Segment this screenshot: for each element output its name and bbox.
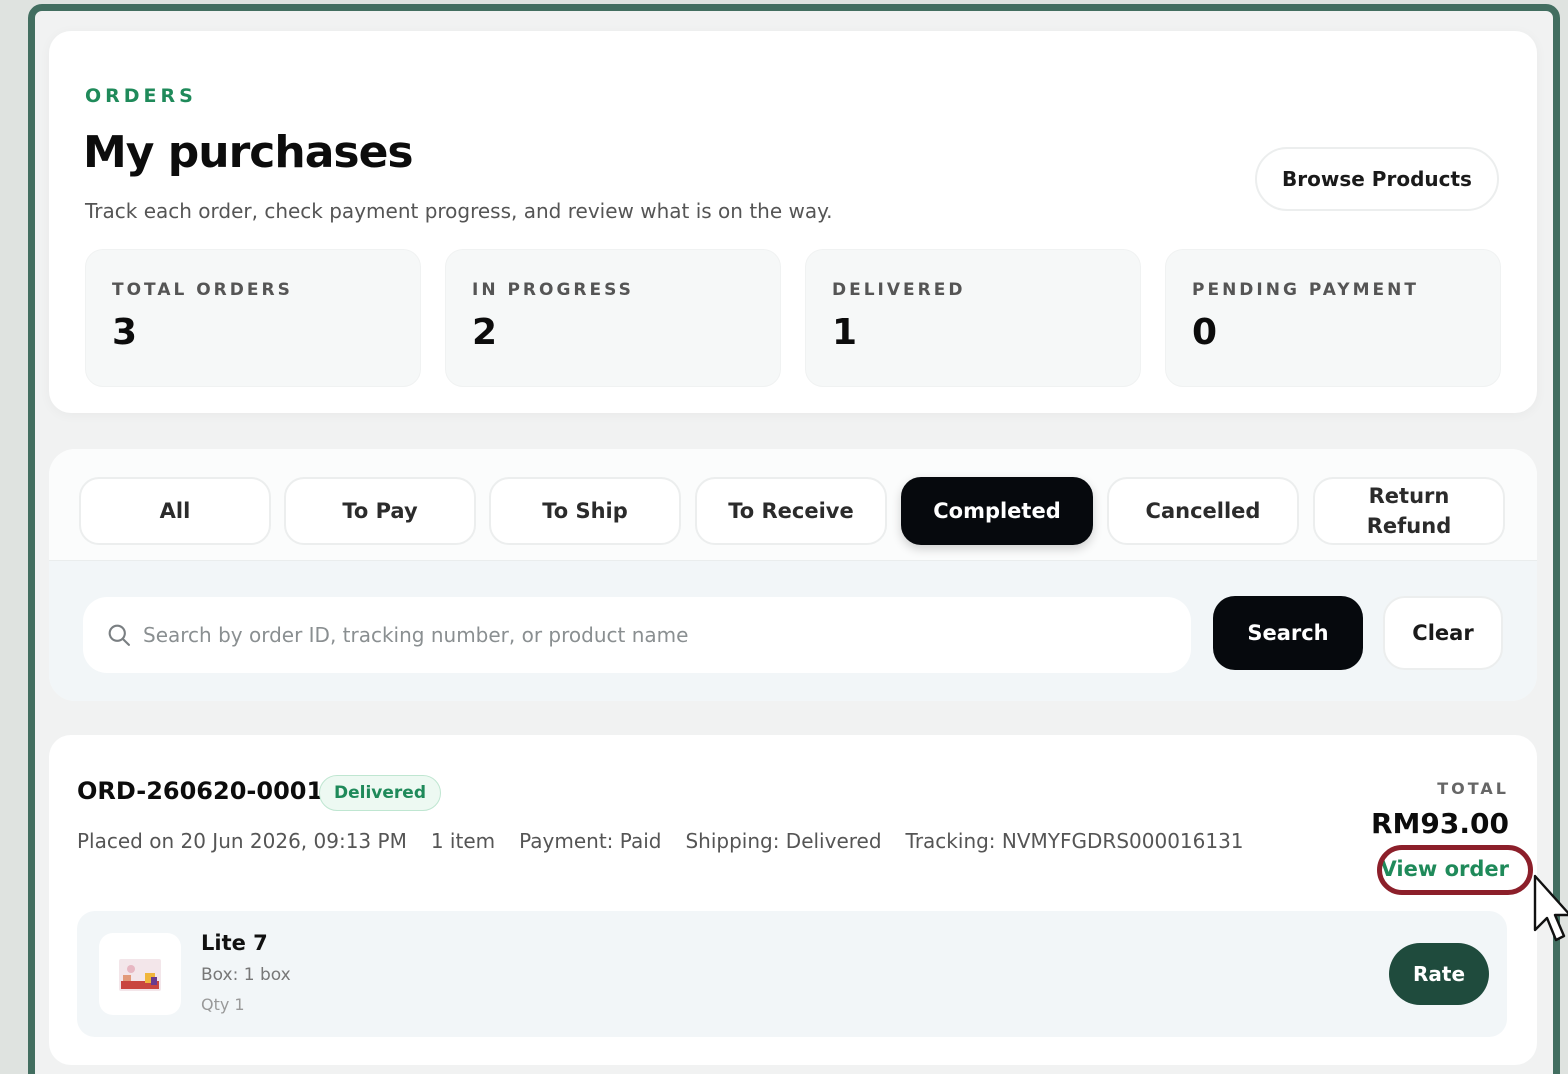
highlight-ring xyxy=(1377,845,1533,895)
stat-value: 2 xyxy=(472,312,498,353)
page-subtitle: Track each order, check payment progress… xyxy=(85,199,833,223)
search-zone: Search Clear xyxy=(49,561,1537,701)
product-image-icon xyxy=(119,959,161,991)
header-card: ORDERS My purchases Track each order, ch… xyxy=(49,31,1537,413)
order-payment-status: Payment: Paid xyxy=(519,829,662,853)
status-tabs: All To Pay To Ship To Receive Completed … xyxy=(49,449,1537,561)
tab-completed[interactable]: Completed xyxy=(901,477,1093,545)
total-value: RM93.00 xyxy=(1371,807,1509,840)
stat-label: TOTAL ORDERS xyxy=(112,280,293,300)
clear-button[interactable]: Clear xyxy=(1383,596,1503,670)
product-thumbnail xyxy=(99,933,181,1015)
stat-value: 1 xyxy=(832,312,858,353)
order-item-row: Lite 7 Box: 1 box Qty 1 Rate xyxy=(77,911,1507,1037)
mouse-cursor-icon xyxy=(1533,874,1568,942)
order-shipping-status: Shipping: Delivered xyxy=(685,829,882,853)
app-frame: ORDERS My purchases Track each order, ch… xyxy=(28,4,1560,1074)
order-meta: Placed on 20 Jun 2026, 09:13 PM 1 item P… xyxy=(77,829,1244,853)
search-button[interactable]: Search xyxy=(1213,596,1363,670)
item-name: Lite 7 xyxy=(201,931,268,955)
stat-label: PENDING PAYMENT xyxy=(1192,280,1419,300)
total-label: TOTAL xyxy=(1437,779,1509,798)
stat-card-total-orders: TOTAL ORDERS 3 xyxy=(85,249,421,387)
stat-card-in-progress: IN PROGRESS 2 xyxy=(445,249,781,387)
order-tracking-number: Tracking: NVMYFGDRS000016131 xyxy=(905,829,1244,853)
search-icon xyxy=(108,624,130,646)
order-card: ORD-260620-0001 Delivered Placed on 20 J… xyxy=(49,735,1537,1065)
tab-to-receive[interactable]: To Receive xyxy=(695,477,887,545)
tab-all[interactable]: All xyxy=(79,477,271,545)
stat-card-delivered: DELIVERED 1 xyxy=(805,249,1141,387)
item-variant: Box: 1 box xyxy=(201,965,291,985)
tab-return-refund[interactable]: Return Refund xyxy=(1313,477,1505,545)
order-placed-date: Placed on 20 Jun 2026, 09:13 PM xyxy=(77,829,407,853)
search-box[interactable] xyxy=(83,597,1191,673)
stat-card-pending-payment: PENDING PAYMENT 0 xyxy=(1165,249,1501,387)
rate-button[interactable]: Rate xyxy=(1389,943,1489,1005)
stat-value: 3 xyxy=(112,312,138,353)
item-quantity: Qty 1 xyxy=(201,995,245,1014)
tab-to-ship[interactable]: To Ship xyxy=(489,477,681,545)
search-input[interactable] xyxy=(143,623,1123,647)
order-id: ORD-260620-0001 xyxy=(77,777,324,805)
stat-value: 0 xyxy=(1192,312,1218,353)
stat-label: IN PROGRESS xyxy=(472,280,634,300)
stat-label: DELIVERED xyxy=(832,280,966,300)
order-items-count: 1 item xyxy=(430,829,496,853)
section-eyebrow: ORDERS xyxy=(85,85,197,107)
filter-card: All To Pay To Ship To Receive Completed … xyxy=(49,449,1537,701)
page-title: My purchases xyxy=(83,127,414,178)
tab-to-pay[interactable]: To Pay xyxy=(284,477,476,545)
tab-cancelled[interactable]: Cancelled xyxy=(1107,477,1299,545)
browse-products-button[interactable]: Browse Products xyxy=(1255,147,1499,211)
status-badge: Delivered xyxy=(319,775,441,811)
